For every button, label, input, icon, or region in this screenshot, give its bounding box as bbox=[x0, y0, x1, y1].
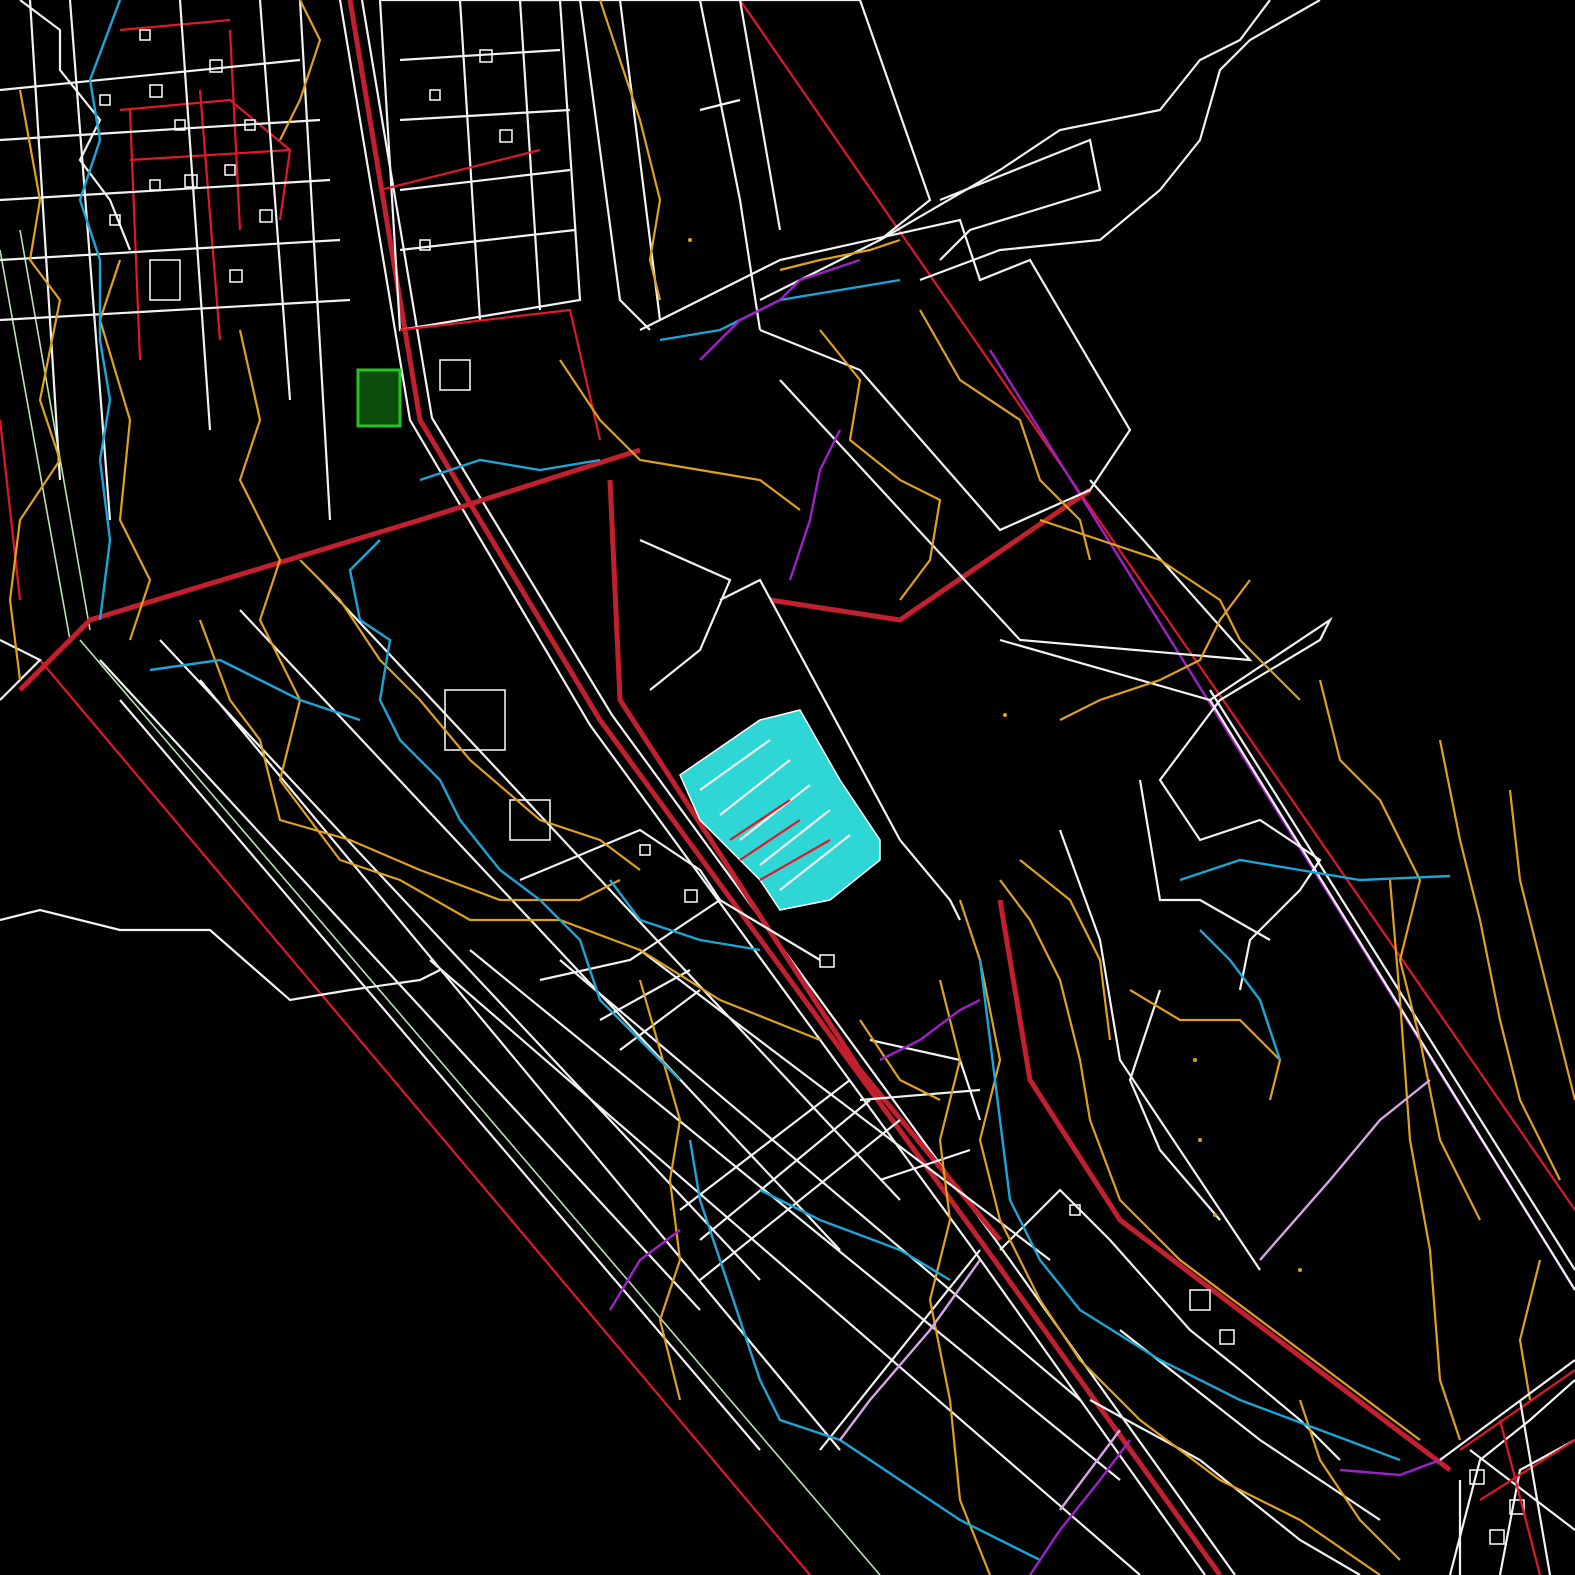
town-blocks bbox=[1439, 1359, 1575, 1575]
building bbox=[479, 49, 493, 63]
building bbox=[184, 174, 198, 188]
contour bbox=[598, 0, 662, 301]
terrain-boundary bbox=[879, 0, 1271, 241]
building bbox=[1189, 1289, 1211, 1311]
utility-line bbox=[699, 258, 861, 361]
building bbox=[149, 179, 161, 191]
contour bbox=[198, 619, 621, 902]
utility-line bbox=[608, 1229, 681, 1311]
utility-line bbox=[1339, 1458, 1441, 1477]
parcel bbox=[0, 639, 42, 701]
parcel-strips bbox=[429, 949, 1141, 1575]
green-edge-line bbox=[0, 249, 71, 641]
terrain-boundary bbox=[0, 908, 441, 1002]
survey-point bbox=[1298, 1268, 1302, 1272]
contour bbox=[1518, 1259, 1542, 1401]
red-boundary-line bbox=[0, 419, 22, 601]
building bbox=[229, 269, 243, 283]
survey-point bbox=[1213, 1213, 1217, 1217]
stream bbox=[688, 1139, 1041, 1562]
building bbox=[99, 94, 111, 106]
parcel bbox=[639, 538, 732, 691]
parcel bbox=[779, 379, 1253, 662]
utility-line bbox=[879, 998, 981, 1062]
building bbox=[429, 89, 441, 101]
building bbox=[149, 259, 181, 301]
utility-lines bbox=[608, 258, 1441, 1575]
stream bbox=[348, 539, 681, 1081]
building bbox=[684, 889, 698, 903]
building bbox=[1219, 1329, 1235, 1345]
survey-point bbox=[1003, 713, 1007, 717]
building bbox=[259, 209, 273, 223]
contour bbox=[559, 359, 801, 511]
contour bbox=[98, 259, 152, 641]
parcel bbox=[19, 0, 132, 251]
building bbox=[639, 844, 651, 856]
contour bbox=[238, 329, 821, 1042]
contour bbox=[919, 309, 1092, 561]
contour bbox=[8, 89, 62, 681]
parcel bbox=[1209, 699, 1575, 1291]
southeast-town bbox=[1439, 1359, 1575, 1575]
highlighted-block bbox=[679, 709, 881, 911]
cad-map-canvas[interactable] bbox=[0, 0, 1575, 1575]
parcel bbox=[699, 0, 932, 301]
parcel bbox=[1138, 779, 1271, 941]
building bbox=[149, 84, 163, 98]
contour bbox=[1039, 518, 1301, 701]
contour bbox=[819, 329, 942, 601]
building bbox=[139, 29, 151, 41]
utility-line bbox=[1259, 1079, 1431, 1261]
contour bbox=[1508, 789, 1575, 1101]
cyan-parcel-cluster bbox=[679, 709, 881, 911]
contour bbox=[1129, 989, 1282, 1101]
parcel bbox=[999, 616, 1333, 991]
stream bbox=[78, 0, 122, 621]
parcel bbox=[639, 218, 1132, 532]
survey-point bbox=[1198, 1138, 1202, 1142]
stream bbox=[1199, 929, 1282, 1061]
contour bbox=[1438, 739, 1561, 1181]
river-road bbox=[997, 899, 1452, 1472]
contour bbox=[279, 0, 322, 141]
building bbox=[224, 164, 236, 176]
utility-line bbox=[788, 429, 842, 581]
green-edge-line bbox=[19, 229, 91, 631]
survey-point bbox=[688, 238, 692, 242]
terrain-boundary bbox=[919, 0, 1321, 282]
utility-line bbox=[1059, 1429, 1121, 1511]
survey-point bbox=[1193, 1058, 1197, 1062]
town-grid bbox=[0, 0, 762, 521]
building bbox=[499, 129, 513, 143]
parcel-strips bbox=[99, 579, 901, 1451]
contour bbox=[1318, 679, 1481, 1221]
building bbox=[1489, 1529, 1505, 1545]
contour bbox=[1298, 1399, 1401, 1561]
contour bbox=[1019, 859, 1112, 1041]
building bbox=[209, 59, 223, 73]
sports-field bbox=[356, 368, 402, 428]
town-streets-east bbox=[379, 148, 602, 441]
contour bbox=[928, 979, 992, 1575]
parcel bbox=[1448, 1379, 1575, 1575]
parcel bbox=[1209, 689, 1575, 1271]
map-drawing bbox=[0, 0, 1575, 1575]
contour bbox=[299, 559, 641, 871]
building bbox=[439, 359, 471, 391]
building bbox=[819, 954, 835, 968]
stream bbox=[149, 658, 361, 722]
